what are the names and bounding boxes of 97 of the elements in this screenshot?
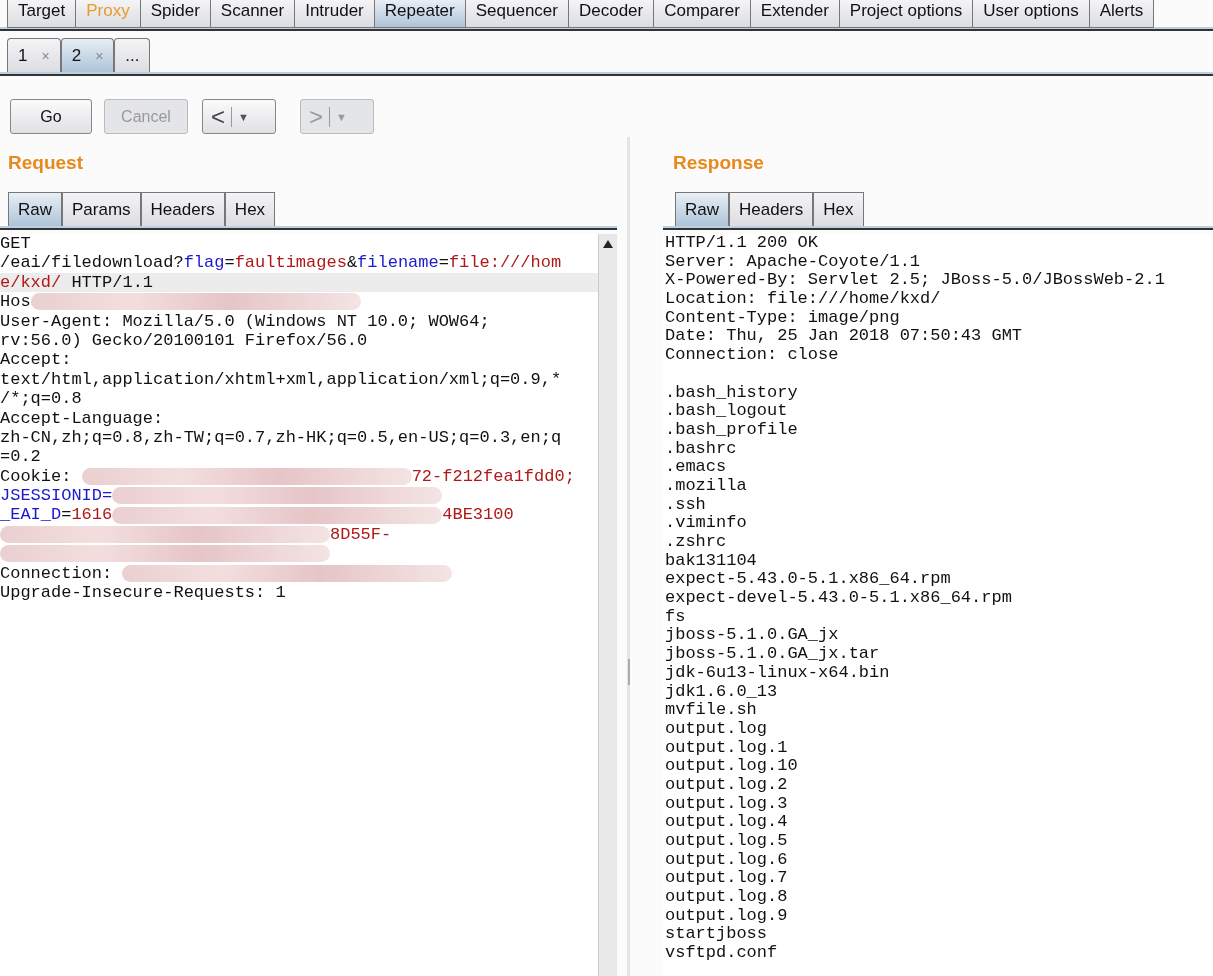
- code-line: output.log.8: [665, 888, 789, 907]
- code-line: output.log: [665, 719, 769, 739]
- code-line: output.log.5: [665, 832, 789, 851]
- tool-tab[interactable]: Scanner: [210, 0, 296, 28]
- code-text: 1616: [71, 505, 113, 525]
- panel-title: Request: [7, 151, 84, 175]
- code-line: .zshrc: [665, 533, 728, 552]
- code-line: output.log.7: [665, 869, 789, 889]
- code-line: startjboss: [665, 925, 769, 945]
- code-text: filename: [357, 253, 439, 273]
- code-line: .bash_profile: [665, 420, 799, 440]
- code-line: Location: file:///home/kxd/: [665, 290, 942, 309]
- code-line: .emacs: [665, 458, 728, 477]
- code-text: Accept:: [0, 350, 72, 370]
- code-text: =0.2: [0, 447, 41, 467]
- code-text: Connection:: [0, 563, 114, 584]
- code-text: Upgrade-Insecure-Requests: 1: [0, 583, 286, 603]
- code-text: _EAI_D: [0, 505, 62, 525]
- code-text: /*;q=0.8: [0, 389, 82, 409]
- code-text: rv:56.0) Gecko/20100101 Firefox/56.0: [0, 330, 368, 351]
- view-tab[interactable]: Params: [62, 192, 141, 226]
- code-line: output.log.4: [665, 813, 789, 832]
- code-line: fs: [665, 607, 687, 627]
- tool-tab[interactable]: Target: [7, 0, 77, 28]
- code-line: .bashrc: [665, 439, 738, 459]
- code-text: faultimages: [234, 253, 347, 273]
- tool-tab[interactable]: Alerts: [1089, 0, 1155, 28]
- history-button[interactable]: < ▼: [202, 99, 276, 134]
- code-line: jboss-5.1.0.GA_jx: [665, 626, 840, 646]
- tool-tab[interactable]: Comparer: [654, 0, 751, 28]
- tool-tab[interactable]: Decoder: [568, 0, 655, 28]
- code-line: output.log.1: [665, 738, 789, 758]
- request-tab[interactable]: 2 ×: [60, 38, 115, 72]
- code-line: output.log.10: [665, 757, 799, 776]
- code-text: Cookie:: [0, 466, 73, 487]
- code-text: flag: [183, 253, 225, 273]
- code-line: .mozilla: [665, 476, 748, 496]
- code-line: jboss-5.1.0.GA_jx.tar: [665, 645, 881, 664]
- code-line: Content-Type: image/png: [665, 308, 901, 328]
- view-tab[interactable]: Hex: [813, 192, 864, 226]
- code-text: zh-CN,zh;q=0.8,zh-TW;q=0.7,zh-HK;q=0.5,en-US;q=0.3,en;q: [0, 427, 562, 448]
- tool-tab[interactable]: Spider: [140, 0, 211, 28]
- code-text: =: [438, 253, 449, 273]
- code-text: Accept-Language:: [0, 408, 164, 428]
- tool-tab[interactable]: User options: [973, 0, 1090, 28]
- code-text: file:///hom: [448, 253, 562, 273]
- view-tab[interactable]: Raw: [675, 192, 729, 226]
- code-line: .viminfo: [665, 514, 748, 533]
- code-line: mvfile.sh: [665, 701, 758, 720]
- code-line: bak131104: [665, 551, 758, 571]
- code-line: expect-5.43.0-5.1.x86_64.rpm: [665, 570, 952, 590]
- code-line: Connection: close: [665, 346, 840, 365]
- code-line: output.log.9: [665, 906, 789, 926]
- code-line: .ssh: [665, 495, 707, 515]
- code-line: vsftpd.conf: [665, 944, 779, 963]
- code-line: output.log.3: [665, 794, 789, 814]
- request-tab[interactable]: ...: [114, 38, 151, 72]
- code-line: output.log.6: [665, 850, 789, 870]
- request-tab[interactable]: 1 ×: [7, 38, 61, 72]
- code-text: &: [346, 253, 358, 273]
- code-line: Date: Thu, 25 Jan 2018 07:50:43 GMT: [665, 327, 1024, 347]
- code-text: 8D55F-: [330, 524, 392, 545]
- code-text: User-Agent: Mozilla/5.0 (Windows NT 10.0; WOW64;: [0, 311, 490, 331]
- tool-tab[interactable]: Repeater: [374, 0, 466, 28]
- code-text: text/html,application/xhtml+xml,application/xml;q=0.9,*: [0, 369, 562, 390]
- view-tab[interactable]: Raw: [8, 192, 62, 226]
- tool-tab[interactable]: Intruder: [295, 0, 375, 28]
- code-line: output.log.2: [665, 775, 789, 795]
- tool-tab[interactable]: Sequencer: [465, 0, 569, 28]
- code-line: Server: Apache-Coyote/1.1: [665, 252, 922, 272]
- code-line: .bash_history: [665, 383, 799, 403]
- tool-tab[interactable]: Extender: [750, 0, 840, 28]
- code-text: Hos: [0, 292, 31, 312]
- code-text: =: [61, 505, 72, 525]
- code-text: e/kxd/: [0, 272, 62, 293]
- code-text: HTTP/1.1: [70, 272, 154, 293]
- code-text: GET: [0, 234, 31, 254]
- code-line: jdk1.6.0_13: [665, 682, 779, 702]
- code-text: 72-f212fea1fdd0;: [411, 466, 575, 487]
- view-tab[interactable]: Headers: [729, 192, 814, 226]
- code-line: jdk-6u13-linux-x64.bin: [665, 663, 891, 683]
- code-line: HTTP/1.1 200 OK: [665, 234, 820, 253]
- scroll-up-icon[interactable]: [603, 240, 613, 248]
- scrollbar[interactable]: [598, 234, 617, 976]
- code-line: X-Powered-By: Servlet 2.5; JBoss-5.0/JBossWeb-2.1: [665, 271, 1166, 291]
- code-line: .bash_logout: [665, 402, 789, 421]
- tool-tab[interactable]: Project options: [839, 0, 974, 28]
- code-text: =: [224, 253, 235, 273]
- view-tab[interactable]: Hex: [224, 192, 276, 226]
- code-text: /eai/filedownload?: [0, 253, 184, 273]
- code-text: 4BE3100: [442, 505, 514, 525]
- code-line: expect-devel-5.43.0-5.1.x86_64.rpm: [665, 589, 1013, 608]
- action-button[interactable]: Go: [10, 99, 92, 134]
- code-text: JSESSIONID=: [0, 486, 113, 506]
- view-tab[interactable]: Headers: [140, 192, 225, 226]
- panel-title: Response: [672, 151, 765, 175]
- splitter-handle[interactable]: [627, 659, 630, 685]
